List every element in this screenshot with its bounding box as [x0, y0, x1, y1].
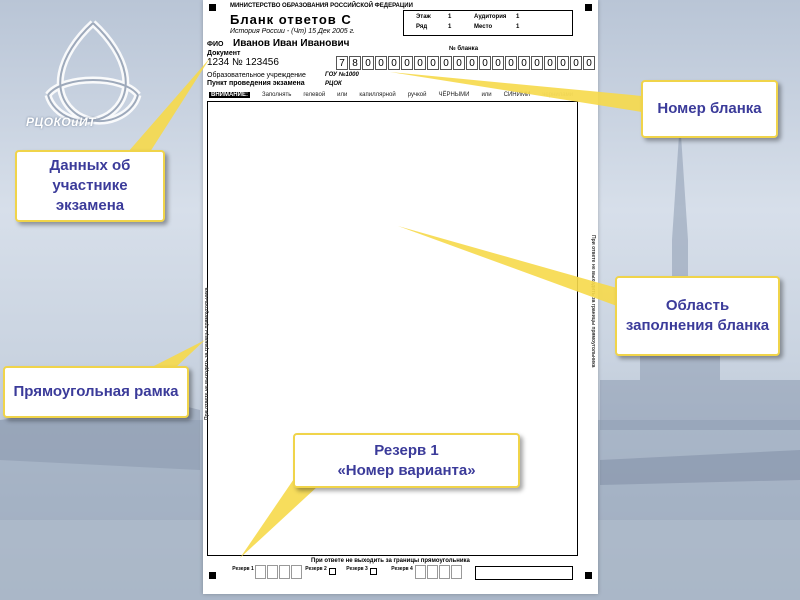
- fio-label: ФИО: [207, 41, 224, 48]
- reserve-3-box: [370, 568, 377, 575]
- warning-word: ЧЁРНЫМИ: [438, 91, 470, 98]
- logo-triquetra-icon: [44, 20, 142, 125]
- warning-word: или: [481, 91, 492, 98]
- digit-cell: 0: [479, 56, 491, 70]
- seat-value: 1: [516, 24, 520, 30]
- warning-word: ручкой: [407, 91, 427, 98]
- ministry-header: МИНИСТЕРСТВО ОБРАЗОВАНИЯ РОССИЙСКОЙ ФЕДЕ…: [230, 3, 413, 9]
- warning-word: капиллярной: [359, 91, 396, 98]
- form-title: Бланк ответов С: [230, 12, 352, 27]
- callout-fill-area: Область заполнения бланка: [615, 276, 780, 356]
- blank-number-digits: 7 8 0 0 0 0 0 0 0 0 0 0 0 0 0 0 0 0 0 0: [336, 56, 596, 70]
- border-warning-bottom: При ответе не выходить за границы прямоу…: [311, 558, 470, 564]
- corner-marker-bottom-right: [585, 572, 592, 579]
- exam-point-value: РЦОК: [325, 81, 342, 87]
- callout-reserve: Резерв 1 «Номер варианта»: [293, 433, 520, 488]
- row-value: 1: [448, 24, 452, 30]
- digit-cell: 0: [557, 56, 569, 70]
- reserve-final-box: [475, 566, 573, 580]
- border-warning-left: При ответе не выходить за границы прямоу…: [204, 287, 210, 420]
- warning-lead: ВНИМАНИЕ:: [209, 91, 250, 98]
- seat-label: Место: [474, 24, 493, 30]
- digit-cell: 0: [531, 56, 543, 70]
- room-value: 1: [516, 14, 520, 20]
- reserve-3-label: Резерв 3: [346, 566, 368, 572]
- ink-warning: ВНИМАНИЕ: Заполнять гелевой или капилляр…: [207, 90, 578, 99]
- reserve-4-cells: [415, 565, 463, 579]
- digit-cell: 0: [570, 56, 582, 70]
- reserve-4-label: Резерв 4: [391, 566, 413, 572]
- callout-reserve-line2: «Номер варианта»: [337, 461, 476, 479]
- warning-word: СИНИМИ: [503, 91, 531, 98]
- blank-number-label: № бланка: [449, 46, 479, 52]
- digit-cell: 8: [349, 56, 361, 70]
- warning-word: Заполнять: [261, 91, 292, 98]
- reserve-cell: [291, 565, 302, 579]
- callout-participant-data: Данных об участнике экзамена: [15, 150, 165, 222]
- reserve-1-label: Резерв 1: [232, 566, 254, 572]
- reserve-cell: [451, 565, 462, 579]
- reserve-2-label: Резерв 2: [305, 566, 327, 572]
- reserve-cell: [415, 565, 426, 579]
- subject-line: История России - (Чт) 15 Дек 2005 г.: [230, 28, 355, 35]
- callout-blank-number: Номер бланка: [641, 80, 778, 138]
- answer-sheet: МИНИСТЕРСТВО ОБРАЗОВАНИЯ РОССИЙСКОЙ ФЕДЕ…: [203, 0, 598, 594]
- document-label: Документ: [207, 50, 241, 57]
- digit-cell: 0: [544, 56, 556, 70]
- corner-marker-top-left: [209, 4, 216, 11]
- digit-cell: 0: [414, 56, 426, 70]
- callout-rect-frame: Прямоугольная рамка: [3, 366, 189, 418]
- room-label: Аудитория: [474, 14, 507, 20]
- digit-cell: 0: [440, 56, 452, 70]
- reserve-cell: [439, 565, 450, 579]
- callout-reserve-line1: Резерв 1: [374, 441, 439, 459]
- reserve-1-cells: [255, 565, 303, 579]
- reserve-cell: [267, 565, 278, 579]
- reserve-cell: [279, 565, 290, 579]
- digit-cell: 0: [583, 56, 595, 70]
- fio-value: Иванов Иван Иванович: [233, 38, 350, 49]
- exam-point-label: Пункт проведения экзамена: [207, 80, 305, 87]
- floor-label: Этаж: [416, 14, 431, 20]
- warning-word-faded: чернилами: [542, 91, 574, 98]
- reserve-cell: [427, 565, 438, 579]
- digit-cell: 0: [453, 56, 465, 70]
- digit-cell: 7: [336, 56, 348, 70]
- education-value: ГОУ №1000: [325, 72, 359, 78]
- warning-word: или: [337, 91, 348, 98]
- seat-info-box: Этаж 1 Аудитория 1 Ряд 1 Место 1: [403, 10, 573, 36]
- row-label: Ряд: [416, 24, 428, 30]
- digit-cell: 0: [427, 56, 439, 70]
- digit-cell: 0: [505, 56, 517, 70]
- digit-cell: 0: [362, 56, 374, 70]
- border-warning-right: При ответе не выходить за границы прямоу…: [590, 235, 596, 368]
- corner-marker-top-right: [585, 4, 592, 11]
- logo-text: РЦОКОиИТ: [26, 115, 96, 129]
- digit-cell: 0: [375, 56, 387, 70]
- reserve-2-box: [329, 568, 336, 575]
- digit-cell: 0: [401, 56, 413, 70]
- digit-cell: 0: [492, 56, 504, 70]
- floor-value: 1: [448, 14, 452, 20]
- warning-word: гелевой: [303, 91, 326, 98]
- education-label: Образовательное учреждение: [207, 72, 306, 79]
- digit-cell: 0: [388, 56, 400, 70]
- digit-cell: 0: [518, 56, 530, 70]
- document-value: 1234 № 123456: [207, 57, 279, 68]
- corner-marker-bottom-left: [209, 572, 216, 579]
- reserve-cell: [255, 565, 266, 579]
- digit-cell: 0: [466, 56, 478, 70]
